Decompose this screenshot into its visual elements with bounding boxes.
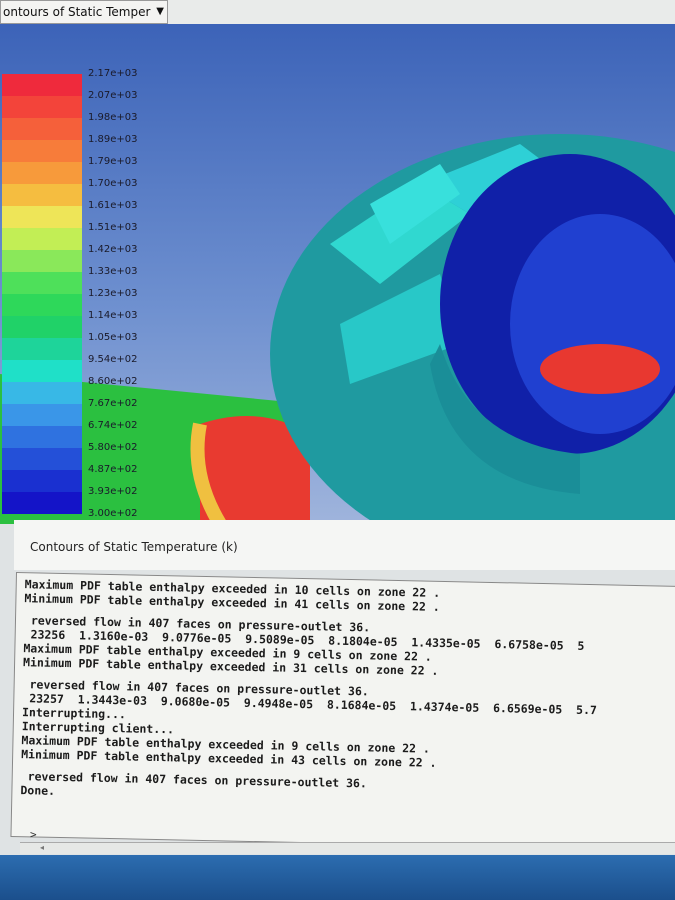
legend-color-band: [2, 118, 82, 140]
legend-label: 1.61e+03: [88, 200, 138, 211]
legend-color-band: [2, 382, 82, 404]
legend-label: 1.33e+03: [88, 266, 138, 277]
legend-color-band: [2, 448, 82, 470]
legend-color-band: [2, 184, 82, 206]
horizontal-scrollbar[interactable]: ◂: [20, 842, 675, 854]
legend-label: 2.07e+03: [88, 90, 138, 101]
legend-label: 1.23e+03: [88, 288, 138, 299]
legend-label: 1.05e+03: [88, 332, 138, 343]
legend-color-band: [2, 316, 82, 338]
toolbar: [168, 0, 675, 24]
legend-color-band: [2, 140, 82, 162]
graphics-viewport[interactable]: 2.17e+03 2.07e+03 1.98e+03 1.89e+03 1.79e+03…: [0, 24, 675, 524]
legend-color-band: [2, 162, 82, 184]
legend-color-band: [2, 338, 82, 360]
legend-label: 4.87e+02: [88, 464, 138, 475]
legend-label: 1.79e+03: [88, 156, 138, 167]
legend-label: 3.00e+02: [88, 508, 138, 519]
legend-color-band: [2, 492, 82, 514]
legend-color-band: [2, 96, 82, 118]
legend-label: 3.93e+02: [88, 486, 138, 497]
legend-color-band: [2, 74, 82, 96]
legend-color-band: [2, 250, 82, 272]
viewport-caption: Contours of Static Temperature (k): [14, 520, 675, 570]
legend-color-band: [2, 426, 82, 448]
legend-label: 1.89e+03: [88, 134, 138, 145]
legend-label: 1.98e+03: [88, 112, 138, 123]
legend-label: 8.60e+02: [88, 376, 138, 387]
legend-color-band: [2, 470, 82, 492]
console-prompt[interactable]: >: [30, 828, 37, 841]
legend-label: 7.67e+02: [88, 398, 138, 409]
legend-color-band: [2, 404, 82, 426]
console-output[interactable]: Maximum PDF table enthalpy exceeded in 1…: [10, 572, 675, 852]
taskbar: [0, 855, 675, 900]
legend-color-band: [2, 294, 82, 316]
legend-label: 5.80e+02: [88, 442, 138, 453]
legend-color-band: [2, 228, 82, 250]
legend-label: 2.17e+03: [88, 68, 138, 79]
hot-spot: [540, 344, 660, 394]
chevron-down-icon: ▼: [156, 6, 164, 17]
legend-label: 1.42e+03: [88, 244, 138, 255]
legend-label: 9.54e+02: [88, 354, 138, 365]
legend-color-band: [2, 272, 82, 294]
dropdown-value: ontours of Static Temper: [3, 5, 151, 19]
legend-color-band: [2, 206, 82, 228]
legend-color-band: [2, 360, 82, 382]
legend-label: 1.70e+03: [88, 178, 138, 189]
legend-label: 1.14e+03: [88, 310, 138, 321]
display-selector-dropdown[interactable]: ontours of Static Temper ▼: [0, 0, 168, 24]
legend-label: 6.74e+02: [88, 420, 138, 431]
legend-label: 1.51e+03: [88, 222, 138, 233]
